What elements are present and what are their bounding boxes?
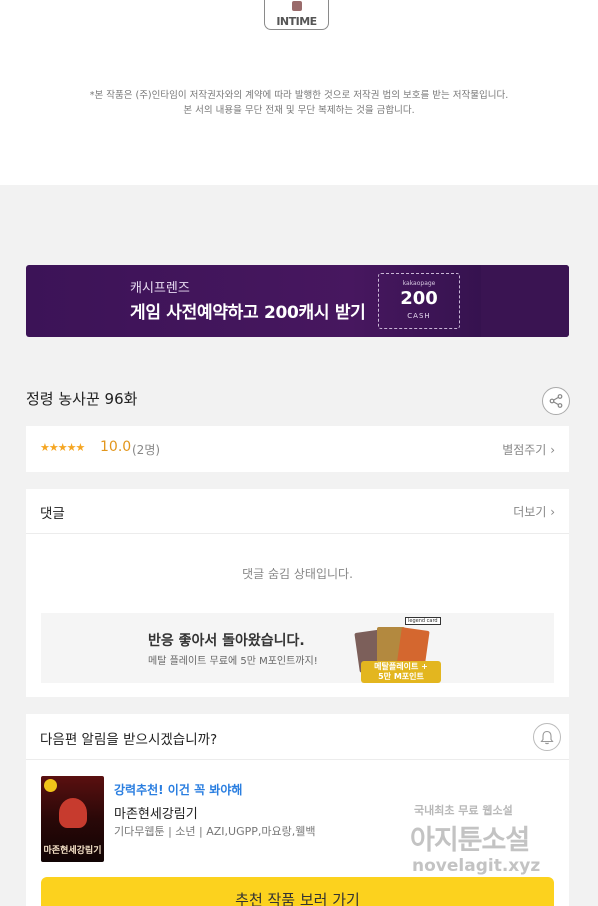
chevron-right-icon: ›	[550, 505, 555, 519]
notify-bell-button[interactable]	[533, 723, 561, 751]
ad-subtitle: 메탈 플레이트 무료에 5만 M포인트까지!	[148, 656, 318, 667]
more-label: 더보기	[513, 505, 547, 519]
ad-card-illustration: legend card 메탈플레이트 + 5만 M포인트	[353, 617, 445, 683]
logo-emblem-icon	[292, 1, 302, 11]
ad-title: 반응 좋아서 돌아왔습니다.	[148, 633, 305, 649]
rating-score: 10.0	[100, 439, 132, 455]
ad-bonus-line-1: 메탈플레이트 +	[374, 662, 428, 671]
cover-title: 마존현세강림기	[43, 846, 102, 856]
rating-count: (2명)	[132, 443, 161, 457]
copyright-line-2: 본 서의 내용을 무단 전재 및 무단 복제하는 것을 금합니다.	[183, 105, 415, 116]
metal-plate-ad[interactable]: 반응 좋아서 돌아왔습니다. 메탈 플레이트 무료에 5만 M포인트까지! le…	[41, 613, 554, 683]
share-icon	[549, 394, 563, 408]
episode-title: 정령 농사꾼 96화	[26, 390, 138, 408]
banner-subtitle: 캐시프렌즈	[130, 281, 190, 296]
ad-card-tag: legend card	[405, 617, 441, 625]
copyright-line-1: *본 작품은 (주)인타임이 저작권자와의 계약에 따라 발행한 것으로 저작권…	[89, 90, 509, 101]
watermark-line-3: novelagit.xyz	[412, 856, 541, 876]
recommend-tag: 강력추천! 이건 꼭 봐야해	[114, 783, 243, 797]
notify-question: 다음편 알림을 받으시겠습니까?	[40, 732, 218, 748]
watermark-line-2: 아지툰소설	[410, 825, 530, 856]
comments-card: 댓글 더보기 › 댓글 숨김 상태입니다. 반응 좋아서 돌아왔습니다. 메탈 …	[26, 489, 569, 697]
next-episode-header: 다음편 알림을 받으시겠습니까?	[26, 714, 569, 760]
cover-figure	[59, 798, 87, 828]
bell-icon	[540, 730, 554, 744]
intime-logo: INTIME	[264, 0, 329, 30]
logo-text: INTIME	[276, 15, 317, 28]
comments-title: 댓글	[40, 506, 65, 522]
rate-button[interactable]: 별점주기 ›	[502, 441, 555, 458]
watermark-line-1: 국내최초 무료 웹소설	[414, 804, 513, 817]
recommend-title[interactable]: 마존현세강림기	[114, 803, 198, 822]
chevron-right-icon: ›	[550, 443, 555, 457]
copyright-notice: *본 작품은 (주)인타임이 저작권자와의 계약에 따라 발행한 것으로 저작권…	[0, 88, 598, 118]
rate-button-label: 별점주기	[502, 443, 547, 457]
rating-stars-icon: ★★★★★	[40, 441, 85, 454]
share-button[interactable]	[542, 387, 570, 415]
ad-bonus: 메탈플레이트 + 5만 M포인트	[361, 661, 441, 683]
cash-friends-banner[interactable]: 캐시프렌즈 게임 사전예약하고 200캐시 받기 kakaopage 200 C…	[26, 265, 569, 337]
banner-title: 게임 사전예약하고 200캐시 받기	[130, 303, 366, 323]
watermark: 국내최초 무료 웹소설 아지툰소설 novelagit.xyz	[410, 798, 590, 888]
comments-header: 댓글 더보기 ›	[26, 489, 569, 534]
recommended-cover[interactable]: 마존현세강림기	[41, 776, 104, 862]
top-section: INTIME *본 작품은 (주)인타임이 저작권자와의 계약에 따라 발행한 …	[0, 0, 598, 185]
recommend-meta: 기다무웹툰 | 소년 | AZI,UGPP,마요랑,웰백	[114, 825, 316, 838]
coupon-brand: kakaopage	[402, 280, 436, 287]
banner-decoration	[481, 265, 569, 337]
comments-more-button[interactable]: 더보기 ›	[513, 503, 555, 520]
cash-coupon: kakaopage 200 CASH	[378, 273, 460, 329]
coupon-unit: CASH	[407, 312, 431, 320]
coupon-amount: 200	[400, 288, 438, 309]
comments-hidden-notice: 댓글 숨김 상태입니다.	[242, 567, 353, 581]
rating-card: ★★★★★ 10.0 (2명) 별점주기 ›	[26, 426, 569, 472]
clock-icon	[44, 779, 57, 792]
ad-bonus-line-2: 5만 M포인트	[378, 672, 424, 681]
